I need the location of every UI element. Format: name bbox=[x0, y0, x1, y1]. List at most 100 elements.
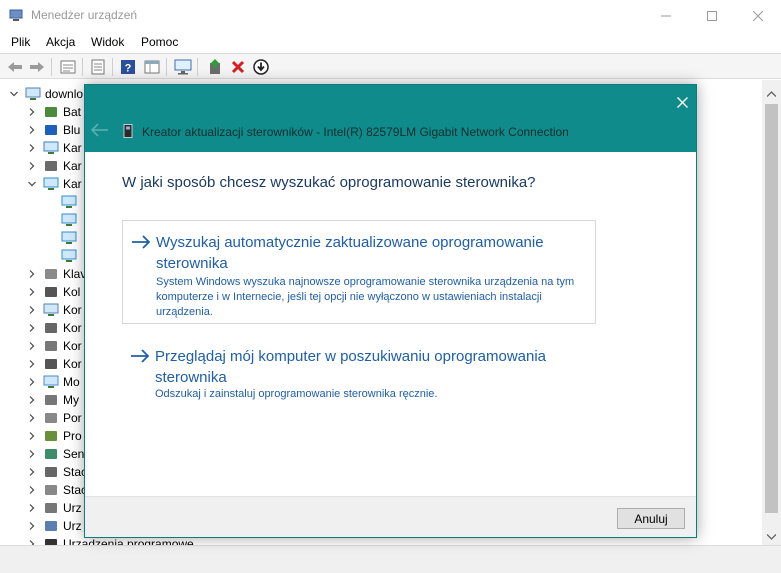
browse-computer-option[interactable]: Przeglądaj mój komputer w poszukiwaniu o… bbox=[122, 335, 596, 400]
tree-expander[interactable] bbox=[25, 105, 39, 119]
chevron-right-icon[interactable] bbox=[28, 378, 36, 386]
disable-device-button[interactable] bbox=[251, 57, 271, 77]
tree-item[interactable]: Kor bbox=[25, 319, 82, 337]
scroll-down-button[interactable] bbox=[762, 528, 781, 545]
chevron-down-icon[interactable] bbox=[28, 180, 36, 188]
tree-item[interactable]: Kor bbox=[25, 301, 82, 319]
tree-item[interactable] bbox=[43, 211, 81, 229]
update-driver-button[interactable] bbox=[205, 57, 225, 77]
scan-hardware-button[interactable] bbox=[173, 57, 193, 77]
tree-item[interactable]: Mo bbox=[25, 373, 80, 391]
properties-button[interactable] bbox=[58, 57, 78, 77]
chevron-right-icon[interactable] bbox=[28, 306, 36, 314]
tree-item[interactable]: Bat bbox=[25, 103, 81, 121]
tree-expander[interactable] bbox=[25, 141, 39, 155]
tree-expander[interactable] bbox=[25, 465, 39, 479]
tree-expander[interactable] bbox=[25, 159, 39, 173]
chevron-right-icon[interactable] bbox=[28, 144, 36, 152]
chevron-right-icon[interactable] bbox=[28, 432, 36, 440]
tree-item[interactable]: Blu bbox=[25, 121, 80, 139]
close-window-button[interactable] bbox=[735, 0, 781, 31]
tree-item[interactable]: Klav bbox=[25, 265, 86, 283]
menu-akcja[interactable]: Akcja bbox=[46, 35, 75, 49]
chevron-down-icon bbox=[767, 533, 776, 540]
tree-expander[interactable] bbox=[25, 285, 39, 299]
uninstall-device-button[interactable] bbox=[228, 57, 248, 77]
chevron-right-icon[interactable] bbox=[28, 396, 36, 404]
tree-expander[interactable] bbox=[25, 519, 39, 533]
menu-plik[interactable]: Plik bbox=[11, 35, 30, 49]
system-device-icon bbox=[45, 521, 57, 531]
tree-item[interactable]: Kar bbox=[25, 139, 82, 157]
chevron-right-icon[interactable] bbox=[28, 414, 36, 422]
tree-item[interactable] bbox=[43, 229, 81, 247]
tree-item[interactable]: Kor bbox=[25, 355, 82, 373]
tree-expander[interactable] bbox=[25, 537, 39, 545]
chevron-right-icon[interactable] bbox=[28, 324, 36, 332]
minimize-button[interactable] bbox=[643, 0, 689, 31]
chevron-right-icon[interactable] bbox=[28, 522, 36, 530]
scroll-thumb[interactable] bbox=[765, 104, 778, 513]
tree-item[interactable]: Kor bbox=[25, 337, 82, 355]
tree-expander[interactable] bbox=[25, 303, 39, 317]
chevron-right-icon[interactable] bbox=[28, 468, 36, 476]
back-icon bbox=[8, 62, 22, 72]
chevron-right-icon[interactable] bbox=[28, 126, 36, 134]
tree-expander[interactable] bbox=[25, 267, 39, 281]
tree-expander[interactable] bbox=[25, 339, 39, 353]
search-automatically-option[interactable]: Wyszukaj automatycznie zaktualizowane op… bbox=[122, 220, 596, 324]
tree-item[interactable]: Urz bbox=[25, 517, 82, 535]
tree-item[interactable]: downlo bbox=[7, 85, 83, 103]
tree-item[interactable]: Kar bbox=[25, 157, 82, 175]
tree-expander[interactable] bbox=[25, 501, 39, 515]
back-button[interactable] bbox=[5, 57, 25, 77]
tree-expander[interactable] bbox=[25, 393, 39, 407]
help-button[interactable]: ? bbox=[118, 57, 138, 77]
dialog-close-button[interactable] bbox=[672, 92, 692, 112]
tree-expander[interactable] bbox=[7, 87, 21, 101]
chevron-right-icon[interactable] bbox=[28, 288, 36, 296]
scroll-up-button[interactable] bbox=[762, 85, 781, 102]
tree-expander[interactable] bbox=[25, 411, 39, 425]
menu-pomoc[interactable]: Pomoc bbox=[141, 35, 178, 49]
tree-item[interactable]: Pro bbox=[25, 427, 82, 445]
arrow-right-icon bbox=[131, 349, 150, 363]
view-icon bbox=[91, 59, 105, 75]
chevron-right-icon[interactable] bbox=[28, 450, 36, 458]
menu-widok[interactable]: Widok bbox=[91, 35, 124, 49]
tree-item[interactable]: Stac bbox=[25, 463, 87, 481]
chevron-down-icon[interactable] bbox=[10, 90, 18, 98]
tree-expander[interactable] bbox=[25, 483, 39, 497]
chevron-right-icon[interactable] bbox=[28, 270, 36, 278]
tree-item[interactable]: Kar bbox=[25, 175, 82, 193]
forward-button[interactable] bbox=[27, 57, 47, 77]
tree-item[interactable] bbox=[43, 193, 81, 211]
tree-expander[interactable] bbox=[25, 177, 39, 191]
tree-expander[interactable] bbox=[25, 123, 39, 137]
tree-item[interactable]: Sen bbox=[25, 445, 84, 463]
cancel-button[interactable]: Anuluj bbox=[617, 508, 685, 529]
tree-item[interactable]: My bbox=[25, 391, 79, 409]
tree-expander[interactable] bbox=[25, 429, 39, 443]
tree-item[interactable]: Por bbox=[25, 409, 82, 427]
tree-item[interactable]: Urz bbox=[25, 499, 82, 517]
maximize-button[interactable] bbox=[689, 0, 735, 31]
action-view-button[interactable] bbox=[142, 57, 162, 77]
chevron-right-icon[interactable] bbox=[28, 486, 36, 494]
chevron-right-icon[interactable] bbox=[28, 504, 36, 512]
back-arrow-icon[interactable] bbox=[91, 123, 109, 137]
tree-item[interactable]: Kol bbox=[25, 283, 80, 301]
vertical-scrollbar[interactable] bbox=[762, 80, 781, 545]
chevron-right-icon[interactable] bbox=[28, 360, 36, 368]
view-button[interactable] bbox=[88, 57, 108, 77]
tree-expander[interactable] bbox=[25, 357, 39, 371]
chevron-right-icon[interactable] bbox=[28, 162, 36, 170]
tree-item[interactable]: Stac bbox=[25, 481, 87, 499]
tree-item[interactable] bbox=[43, 247, 81, 265]
tree-expander[interactable] bbox=[25, 375, 39, 389]
chevron-right-icon[interactable] bbox=[28, 342, 36, 350]
tree-expander[interactable] bbox=[25, 447, 39, 461]
chevron-right-icon[interactable] bbox=[28, 108, 36, 116]
tree-expander[interactable] bbox=[25, 321, 39, 335]
tree-item-label: Kar bbox=[63, 141, 82, 155]
